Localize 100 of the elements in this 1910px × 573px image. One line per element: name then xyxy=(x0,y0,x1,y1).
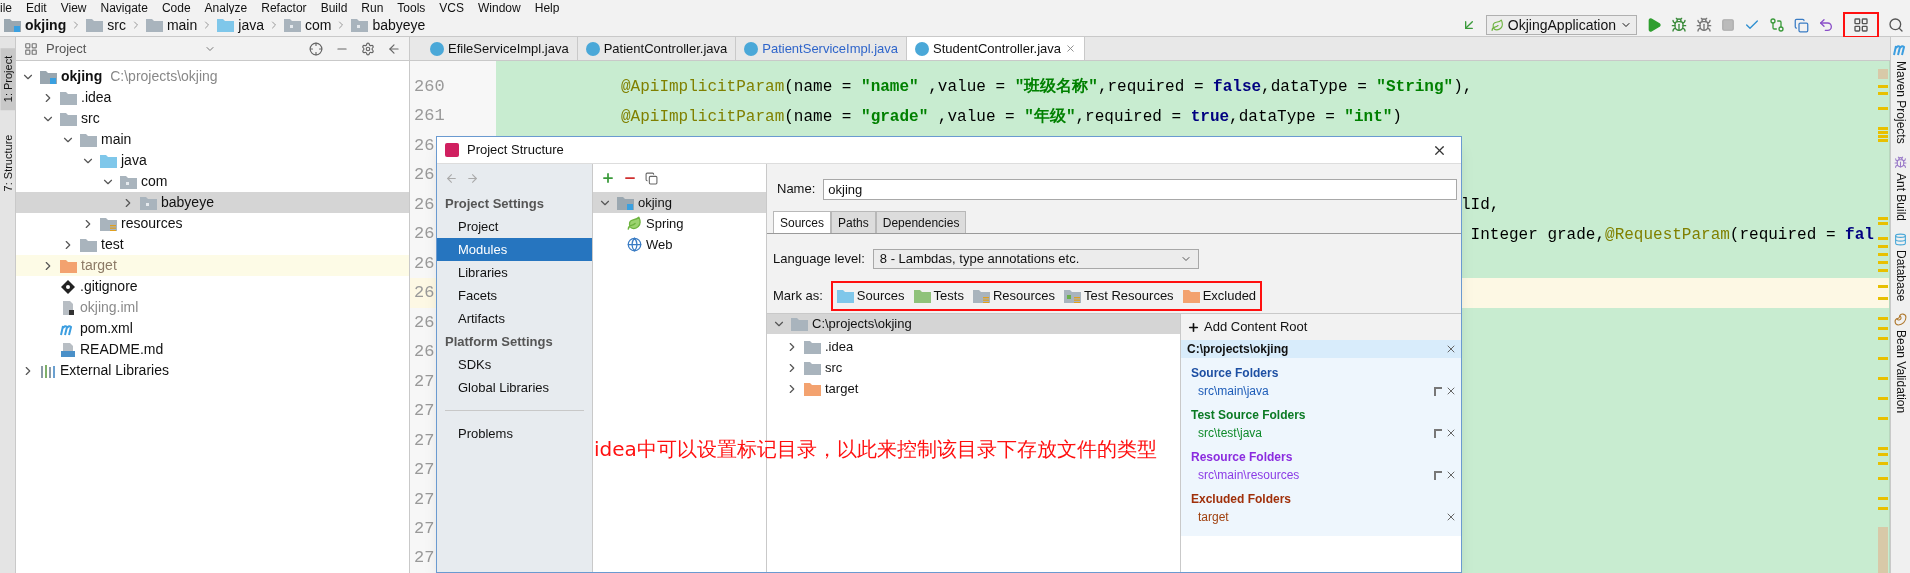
remove-icon[interactable] xyxy=(1445,427,1457,439)
menu-item[interactable]: Build xyxy=(320,2,348,14)
debug-icon[interactable] xyxy=(1671,17,1687,33)
breadcrumb[interactable]: src xyxy=(86,14,126,36)
locate-icon[interactable] xyxy=(309,41,323,56)
tree-item[interactable]: com xyxy=(16,171,409,192)
database-icon xyxy=(1894,232,1907,246)
properties-icon[interactable] xyxy=(1434,470,1442,480)
menu-item[interactable]: Refactor xyxy=(261,2,307,14)
name-field[interactable]: okjing xyxy=(823,178,1457,200)
mark-as-button[interactable]: Resources xyxy=(972,285,1056,306)
menu-item[interactable]: Run xyxy=(361,2,384,14)
folder-icon xyxy=(4,18,21,32)
tree-item[interactable]: java xyxy=(16,150,409,171)
nav-item[interactable]: Problems xyxy=(437,422,592,445)
nav-item[interactable]: SDKs xyxy=(437,353,592,376)
properties-icon[interactable] xyxy=(1434,386,1442,396)
menu-item[interactable]: Help xyxy=(534,2,560,14)
hide-icon[interactable] xyxy=(387,41,401,56)
mark-as-button[interactable]: Excluded xyxy=(1182,285,1257,306)
tab[interactable]: Paths xyxy=(831,211,876,233)
tree-item[interactable]: src xyxy=(767,357,1180,378)
menu-item[interactable]: Edit xyxy=(26,2,47,14)
menu-item[interactable]: Navigate xyxy=(100,2,148,14)
field-label: Language level: xyxy=(773,250,865,269)
breadcrumb[interactable]: babyeye xyxy=(351,14,426,36)
tree-item[interactable]: okjing C:\projects\okjing xyxy=(16,66,409,87)
tree-item[interactable]: External Libraries xyxy=(16,360,409,381)
tree-item[interactable]: pom.xml xyxy=(16,318,409,339)
menu-item[interactable]: Analyze xyxy=(204,2,248,14)
tree-item[interactable]: target xyxy=(16,255,409,276)
breadcrumb[interactable]: main xyxy=(145,14,198,36)
nav-item[interactable]: Project xyxy=(437,215,592,238)
tree-item[interactable]: babyeye xyxy=(16,192,409,213)
breadcrumb[interactable]: java xyxy=(217,14,264,36)
add-content-root-button[interactable]: Add Content Root xyxy=(1181,314,1461,340)
coverage-icon[interactable] xyxy=(1696,17,1712,33)
tree-item[interactable]: .gitignore xyxy=(16,276,409,297)
run-icon[interactable] xyxy=(1646,17,1662,33)
tree-item[interactable]: test xyxy=(16,234,409,255)
folder-icon xyxy=(913,288,931,303)
tree-item[interactable]: .idea xyxy=(16,87,409,108)
tree-item[interactable]: target xyxy=(767,378,1180,399)
editor-tab[interactable]: EfileServiceImpl.java xyxy=(422,37,578,60)
language-level-dropdown[interactable]: 8 - Lambdas, type annotations etc. xyxy=(872,249,1199,269)
nav-item[interactable]: Global Libraries xyxy=(437,376,592,399)
menu-item[interactable]: Code xyxy=(161,2,191,14)
undo-icon[interactable] xyxy=(1818,17,1834,33)
folder-group-title: Resource Folders xyxy=(1190,449,1294,466)
breadcrumb[interactable]: okjing xyxy=(4,14,67,36)
tree-item[interactable]: C:\projects\okjing xyxy=(767,314,1180,334)
tree-item[interactable]: Web xyxy=(593,234,766,255)
tree-item[interactable]: okjing xyxy=(593,192,766,213)
tool-window-tab[interactable]: Ant Build xyxy=(1891,155,1910,221)
folder-group-title: Source Folders xyxy=(1190,365,1280,382)
editor-tab[interactable]: PatientController.java xyxy=(577,37,737,60)
mark-as-button[interactable]: Sources xyxy=(836,285,905,306)
menu-item[interactable]: Window xyxy=(478,2,521,14)
editor-tab[interactable]: StudentController.java xyxy=(907,37,1085,60)
tool-window-tab[interactable]: Bean Validation xyxy=(1891,313,1910,414)
menu-item[interactable]: ile xyxy=(0,2,12,14)
add-icon[interactable] xyxy=(601,171,615,185)
compare-icon[interactable] xyxy=(1769,17,1785,33)
nav-item[interactable]: Facets xyxy=(437,284,592,307)
tool-window-tab[interactable]: Maven Projects xyxy=(1891,41,1910,144)
properties-icon[interactable] xyxy=(1434,428,1442,438)
remove-icon[interactable] xyxy=(1445,385,1457,397)
nav-item[interactable]: Artifacts xyxy=(437,307,592,330)
settings-icon[interactable] xyxy=(361,41,375,56)
remove-icon[interactable] xyxy=(1445,511,1457,523)
tree-item-label: babyeye xyxy=(161,193,214,212)
project-structure-icon[interactable] xyxy=(1853,17,1869,33)
tree-item[interactable]: okjing.iml xyxy=(16,297,409,318)
tree-item[interactable]: Spring xyxy=(593,213,766,234)
tree-item[interactable]: resources xyxy=(16,213,409,234)
breadcrumb[interactable]: com xyxy=(283,14,332,36)
tree-item[interactable]: README.md xyxy=(16,339,409,360)
tool-window-tab[interactable]: Database xyxy=(1891,232,1910,302)
menu-item[interactable]: VCS xyxy=(439,2,465,14)
nav-item[interactable]: Modules xyxy=(437,238,592,261)
search-icon[interactable] xyxy=(1888,17,1904,33)
copy-icon[interactable] xyxy=(645,171,658,185)
nav-item[interactable]: Libraries xyxy=(437,261,592,284)
tool-window-tab[interactable]: 1: Project xyxy=(0,47,15,111)
remove-icon[interactable] xyxy=(1445,343,1457,355)
remove-icon[interactable] xyxy=(1445,469,1457,481)
folder-icon xyxy=(60,258,77,273)
mark-as-button[interactable]: Tests xyxy=(913,285,964,306)
panel-title[interactable]: Project xyxy=(46,38,87,59)
copy-icon[interactable] xyxy=(1794,17,1809,33)
run-config-dropdown[interactable]: OkjingApplication xyxy=(1485,15,1637,35)
menu-item[interactable]: Tools xyxy=(397,2,426,14)
tree-item[interactable]: src xyxy=(16,108,409,129)
mark-as-button[interactable]: Test Resources xyxy=(1064,285,1174,306)
menu-item[interactable]: View xyxy=(60,2,87,14)
tree-item[interactable]: main xyxy=(16,129,409,150)
tab[interactable]: Sources xyxy=(773,211,832,233)
tree-item[interactable]: .idea xyxy=(767,336,1180,357)
tab[interactable]: Dependencies xyxy=(875,211,967,233)
tool-window-tab[interactable]: 7: Structure xyxy=(0,126,15,200)
